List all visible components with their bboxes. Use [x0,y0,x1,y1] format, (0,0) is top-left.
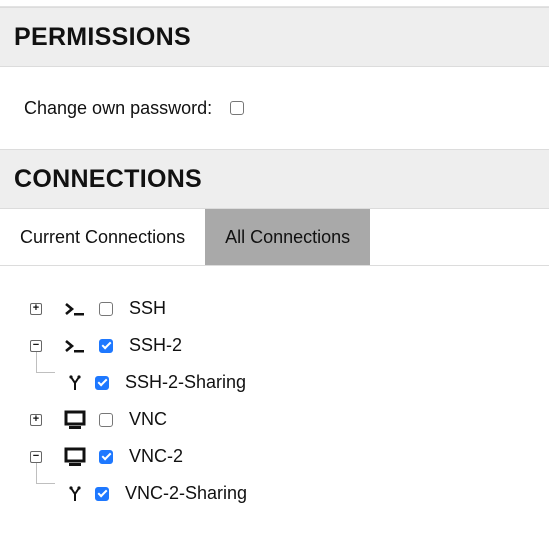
ssh-2-checkbox[interactable] [99,338,113,353]
monitor-icon [64,410,86,429]
ssh-checkbox[interactable] [99,301,113,316]
top-border [0,0,549,7]
tree-item-ssh: + SSH [0,290,549,327]
vnc-2-checkbox[interactable] [99,449,113,464]
tree-item-label: VNC-2 [129,446,184,466]
permissions-header: PERMISSIONS [0,7,549,67]
plus-expand-icon[interactable]: + [30,413,42,426]
connections-tabs: Current Connections All Connections [0,209,549,266]
tab-current-connections[interactable]: Current Connections [0,209,205,265]
vnc-2-sharing-checkbox[interactable] [95,486,109,501]
tab-all-connections[interactable]: All Connections [205,209,371,265]
tree-item-ssh-2-sharing: SSH-2-Sharing [0,352,549,401]
change-password-label: Change own password: [24,97,213,118]
connections-header: CONNECTIONS [0,149,549,209]
connections-title: CONNECTIONS [14,164,203,193]
vnc-checkbox[interactable] [99,412,113,427]
minus-collapse-icon[interactable]: − [30,450,42,463]
permissions-title: PERMISSIONS [14,22,191,51]
tree-item-vnc-2: − VNC-2 [0,438,549,475]
minus-collapse-icon[interactable]: − [30,339,42,352]
tree-item-label: SSH-2-Sharing [125,372,247,392]
tree-connector [36,463,55,484]
change-password-row: Change own password: [0,67,549,149]
connection-tree: + SSH − SSH-2 SSH-2-Sharing + VNC − VNC-… [0,266,549,512]
sharing-profile-icon [69,374,81,390]
tree-item-label: VNC-2-Sharing [125,483,248,503]
tree-connector [36,352,55,373]
tree-item-label: SSH-2 [129,335,183,355]
tree-item-vnc-2-sharing: VNC-2-Sharing [0,463,549,512]
sharing-profile-icon [69,485,81,501]
terminal-icon [65,339,84,352]
tree-item-label: VNC [129,409,168,429]
plus-expand-icon[interactable]: + [30,302,42,315]
ssh-2-sharing-checkbox[interactable] [95,375,109,390]
terminal-icon [65,302,84,315]
change-password-checkbox[interactable] [230,101,245,115]
tree-item-ssh-2: − SSH-2 [0,327,549,364]
tree-item-label: SSH [129,298,167,318]
monitor-icon [64,447,86,466]
tree-item-vnc: + VNC [0,401,549,438]
